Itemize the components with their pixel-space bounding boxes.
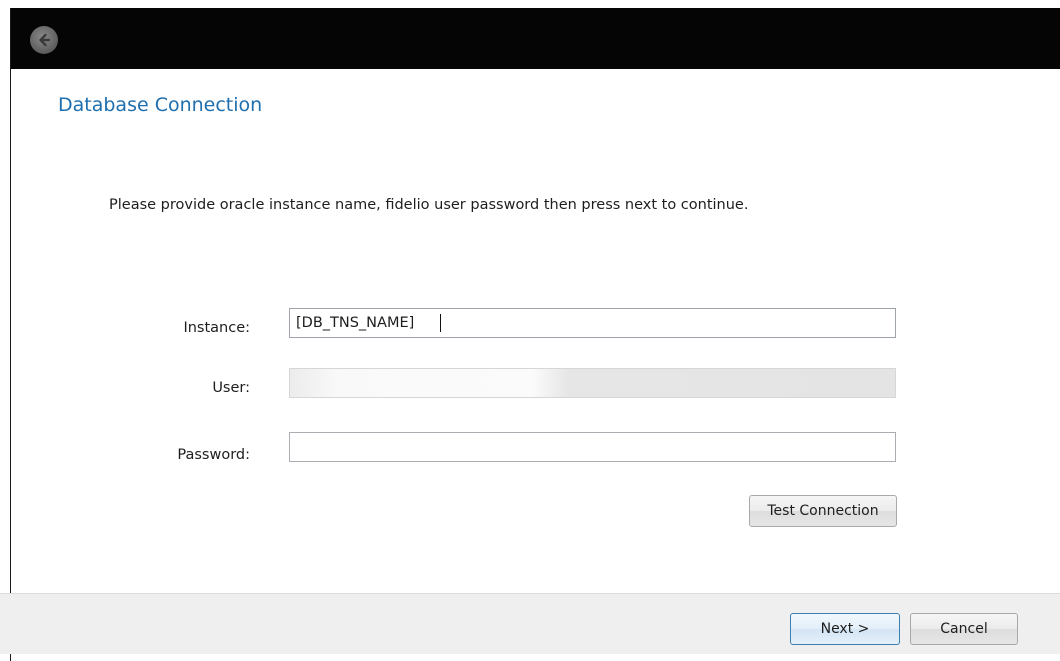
footer-bar	[0, 593, 1060, 654]
instance-label: Instance:	[183, 320, 250, 336]
page-title: Database Connection	[58, 94, 263, 116]
user-label: User:	[212, 380, 250, 396]
instructions-text: Please provide oracle instance name, fid…	[109, 197, 749, 213]
next-button[interactable]: Next >	[790, 613, 900, 645]
cancel-button[interactable]: Cancel	[910, 613, 1018, 645]
text-cursor	[440, 314, 441, 332]
back-arrow-icon	[39, 33, 51, 47]
user-input[interactable]	[289, 368, 896, 398]
password-input[interactable]	[289, 432, 896, 462]
title-bar	[11, 8, 1060, 69]
back-button[interactable]	[30, 26, 58, 54]
test-connection-button[interactable]: Test Connection	[749, 495, 897, 527]
instance-input[interactable]	[289, 308, 896, 338]
password-label: Password:	[177, 447, 250, 463]
